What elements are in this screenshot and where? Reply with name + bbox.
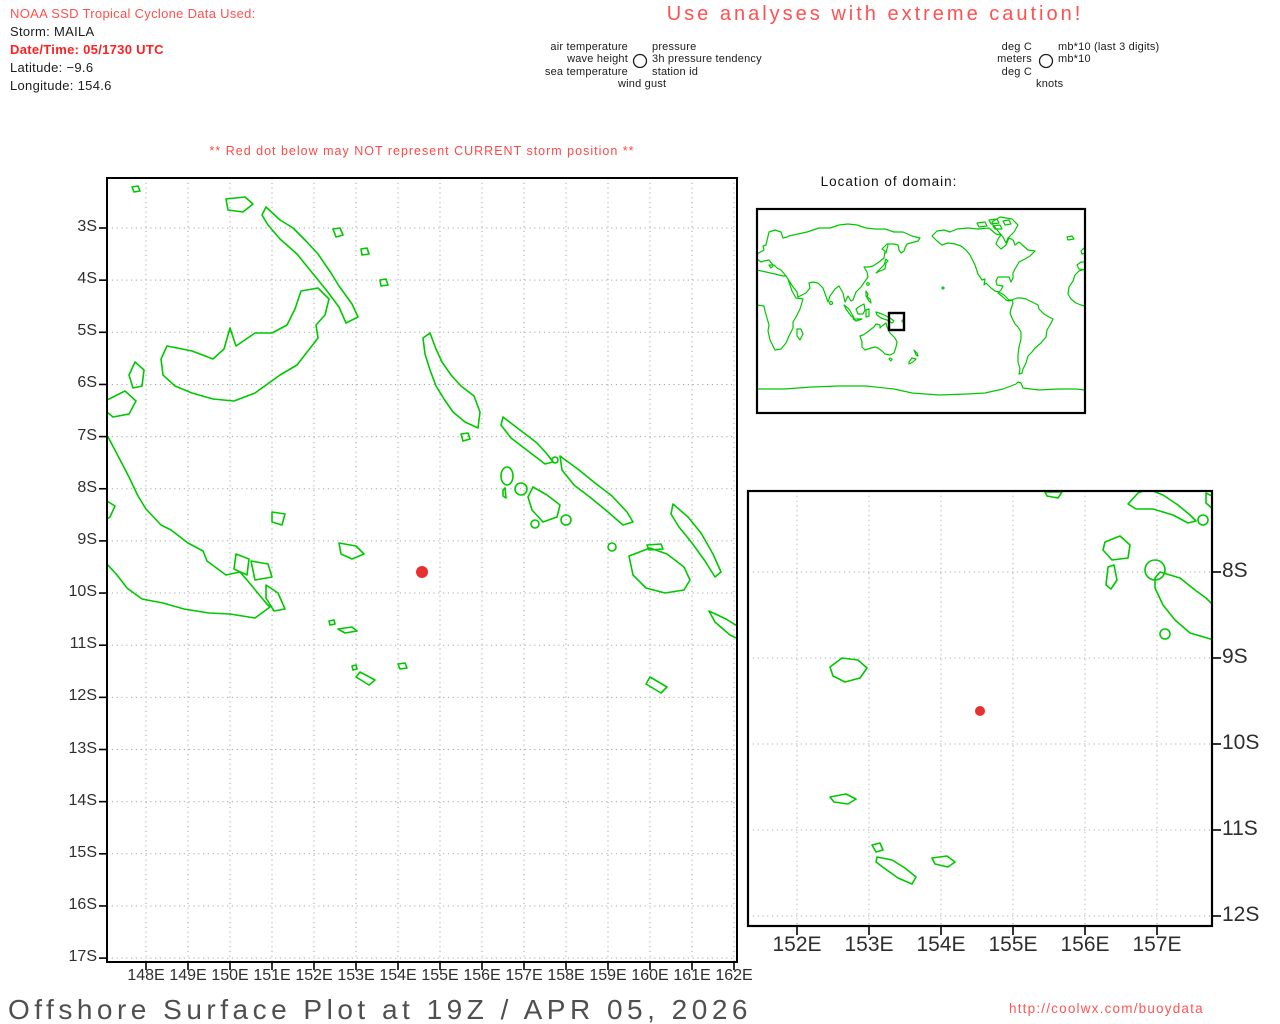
legend-wind-gust: wind gust (618, 78, 667, 90)
zoom-map-x-label-155E: 155E (988, 933, 1038, 956)
main-map-y-label-13S: 13S (68, 739, 97, 757)
main-map-y-label-6S: 6S (77, 374, 97, 392)
units-mb10-last3: mb*10 (last 3 digits) (1058, 41, 1160, 53)
world-inset-title: Location of domain: (820, 174, 958, 189)
units-circle-icon (1038, 53, 1054, 69)
units-deg-c-1: deg C (1001, 41, 1032, 53)
header-datetime: Date/Time: 05/1730 UTC (10, 42, 164, 57)
units-mb10: mb*10 (1058, 53, 1091, 65)
units-knots: knots (1036, 78, 1064, 90)
header-source-line: NOAA SSD Tropical Cyclone Data Used: (10, 6, 256, 21)
zoom-map-x-label-152E: 152E (772, 933, 822, 956)
storm-dot-zoom (975, 706, 985, 716)
units-meters: meters (997, 53, 1032, 65)
main-map-y-label-17S: 17S (68, 948, 97, 966)
footer-url: http://coolwx.com/buoydata (1009, 1001, 1204, 1016)
storm-dot-main (416, 566, 428, 578)
zoom-map-x-label-153E: 153E (844, 933, 894, 956)
zoom-map-x-label-157E: 157E (1132, 933, 1182, 956)
main-map-y-label-15S: 15S (68, 843, 97, 861)
zoom-map-x-label-156E: 156E (1060, 933, 1110, 956)
main-map-y-label-9S: 9S (77, 530, 97, 548)
header-storm-name: Storm: MAILA (10, 24, 95, 39)
station-model-circle-icon (632, 53, 648, 69)
legend-station-id: station id (652, 66, 699, 78)
world-map-coastlines (757, 216, 1085, 396)
zoom-map-coastlines (829, 491, 1212, 885)
legend-wave-height: wave height (567, 53, 628, 65)
zoom-map-x-label-154E: 154E (916, 933, 966, 956)
main-map-y-label-11S: 11S (69, 635, 97, 653)
world-map-frame (755, 207, 1087, 415)
zoom-map-y-label-9S: 9S (1222, 645, 1248, 668)
storm-position-warning: ** Red dot below may NOT represent CURRE… (209, 144, 635, 158)
main-map-y-label-14S: 14S (68, 791, 97, 809)
caution-title: Use analyses with extreme caution! (666, 3, 1084, 25)
legend-sea-temperature: sea temperature (544, 66, 628, 78)
zoom-map-y-label-11S: 11S (1222, 817, 1258, 840)
legend-air-temperature: air temperature (550, 41, 628, 53)
main-map-y-label-16S: 16S (68, 895, 97, 913)
main-map-y-label-12S: 12S (68, 687, 97, 705)
legend-pressure-tendency: 3h pressure tendency (652, 53, 762, 65)
main-map-y-label-4S: 4S (77, 270, 97, 288)
main-map-coastlines (107, 185, 737, 694)
header-latitude: Latitude: −9.6 (10, 60, 94, 75)
main-map-y-label-8S: 8S (77, 478, 97, 496)
main-map-x-label-162E: 162E (715, 967, 753, 984)
main-map-y-label-7S: 7S (77, 426, 97, 444)
footer-title: Offshore Surface Plot at 19Z / APR 05, 2… (8, 994, 752, 1024)
buoy-plot-page: NOAA SSD Tropical Cyclone Data Used: Sto… (0, 0, 1280, 1024)
legend-pressure: pressure (652, 41, 697, 53)
main-map-y-label-3S: 3S (77, 218, 97, 235)
main-map-y-label-10S: 10S (68, 583, 97, 601)
zoom-map-y-label-10S: 10S (1222, 731, 1260, 754)
zoom-map-y-label-8S: 8S (1222, 559, 1248, 582)
header-longitude: Longitude: 154.6 (10, 78, 112, 93)
units-deg-c-2: deg C (1001, 66, 1032, 78)
main-map-y-label-5S: 5S (77, 322, 97, 340)
zoom-map-y-label-12S: 12S (1222, 903, 1260, 926)
